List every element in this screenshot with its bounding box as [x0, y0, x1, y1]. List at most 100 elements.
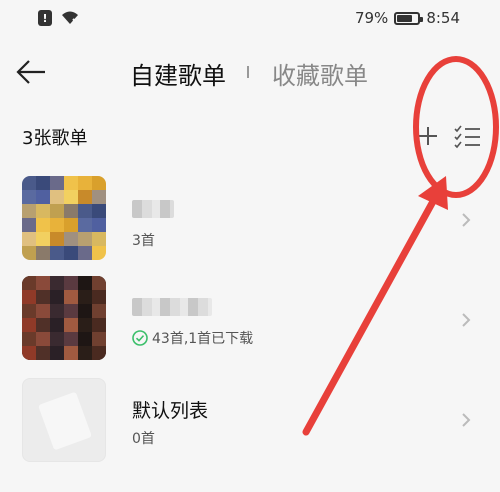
status-right: 79% 8:54	[355, 9, 460, 27]
cover-pixel	[78, 276, 92, 290]
cover-pixel	[92, 304, 106, 318]
cover-pixel	[22, 190, 36, 204]
cover-pixel	[92, 332, 106, 346]
wifi-icon	[62, 11, 79, 25]
clock: 8:54	[426, 9, 460, 27]
cover-pixel	[92, 190, 106, 204]
playlist-cover	[22, 176, 106, 260]
cover-pixel	[64, 346, 78, 360]
cover-pixel	[64, 232, 78, 246]
cover-pixel	[78, 204, 92, 218]
cover-pixel	[92, 290, 106, 304]
battery-icon	[394, 11, 424, 25]
cover-pixel	[22, 276, 36, 290]
cover-pixel	[22, 232, 36, 246]
playlist-toolbar: 3张歌单	[0, 118, 500, 154]
cover-pixel	[22, 246, 36, 260]
playlist-item[interactable]: 默认列表 0首	[0, 374, 500, 466]
cover-pixel	[50, 204, 64, 218]
batch-manage-button[interactable]	[452, 122, 484, 150]
cover-pixel	[36, 246, 50, 260]
cover-pixel	[92, 218, 106, 232]
playlist-name-obscured	[132, 200, 174, 218]
cover-pixel	[64, 190, 78, 204]
cover-pixel	[64, 318, 78, 332]
playlist-name-obscured	[132, 298, 212, 316]
cover-pixel	[50, 304, 64, 318]
cover-pixel	[36, 204, 50, 218]
playlist-subtitle: 43首,1首已下载	[132, 328, 253, 348]
cover-pixel	[36, 318, 50, 332]
cover-pixel	[78, 304, 92, 318]
cover-pixel	[64, 218, 78, 232]
cover-pixel	[78, 176, 92, 190]
cover-pixel	[92, 346, 106, 360]
playlist-item[interactable]: 43首,1首已下载	[0, 272, 500, 364]
status-bar: ! 79% 8:54	[0, 0, 500, 38]
chevron-right-icon	[462, 413, 471, 427]
track-count: 43首,1首已下载	[152, 331, 254, 347]
cover-pixel	[50, 218, 64, 232]
cover-pixel	[64, 176, 78, 190]
cover-pixel	[22, 204, 36, 218]
cover-pixel	[36, 346, 50, 360]
cover-pixel	[92, 276, 106, 290]
battery-percent: 79%	[354, 9, 389, 27]
cover-pixel	[36, 232, 50, 246]
cover-pixel	[92, 204, 106, 218]
cover-pixel	[92, 232, 106, 246]
cover-pixels	[22, 176, 106, 260]
cover-pixel	[64, 276, 78, 290]
tab-divider	[247, 66, 249, 78]
cover-pixel	[78, 290, 92, 304]
playlist-item[interactable]: 3首	[0, 172, 500, 264]
chevron-right-icon	[462, 313, 471, 327]
cover-pixel	[64, 332, 78, 346]
battery-cap	[420, 16, 424, 22]
cover-pixel	[78, 232, 92, 246]
alert-icon: !	[38, 10, 52, 26]
cover-pixel	[50, 290, 64, 304]
playlist-subtitle: 3首	[132, 230, 155, 250]
tab-self-created[interactable]: 自建歌单	[130, 56, 226, 91]
cover-pixel	[78, 318, 92, 332]
back-arrow-icon	[16, 60, 45, 84]
track-count: 0首	[132, 431, 155, 447]
cover-pixel	[22, 332, 36, 346]
cover-pixel	[78, 190, 92, 204]
cover-pixel	[78, 246, 92, 260]
plus-icon	[419, 127, 437, 145]
cover-pixel	[50, 232, 64, 246]
cover-pixel	[50, 276, 64, 290]
playlist-subtitle: 0首	[132, 428, 155, 448]
header: 自建歌单 收藏歌单	[0, 44, 500, 100]
cover-pixel	[64, 304, 78, 318]
cover-pixel	[50, 332, 64, 346]
cover-pixel	[22, 318, 36, 332]
check-circle-icon	[132, 330, 148, 346]
cover-pixel	[64, 204, 78, 218]
cover-pixel	[22, 304, 36, 318]
checklist-icon	[454, 125, 480, 149]
tab-favorites[interactable]: 收藏歌单	[272, 56, 368, 91]
cover-pixel	[36, 332, 50, 346]
cover-pixel	[36, 276, 50, 290]
cover-pixel	[78, 346, 92, 360]
cover-pixel	[50, 176, 64, 190]
cover-pixel	[36, 290, 50, 304]
back-button[interactable]	[12, 52, 52, 92]
chevron-right-icon	[462, 213, 471, 227]
cover-pixel	[50, 246, 64, 260]
cover-pixel	[64, 290, 78, 304]
cover-pixel	[36, 304, 50, 318]
cover-pixel	[22, 290, 36, 304]
add-playlist-button[interactable]	[414, 122, 442, 150]
cover-pixel	[36, 190, 50, 204]
playlist-cover	[22, 378, 106, 462]
cover-pixel	[50, 190, 64, 204]
status-left: !	[38, 10, 80, 26]
battery-fill	[397, 14, 412, 22]
cover-pixel	[22, 176, 36, 190]
cover-pixel	[36, 218, 50, 232]
cover-pixel	[78, 218, 92, 232]
